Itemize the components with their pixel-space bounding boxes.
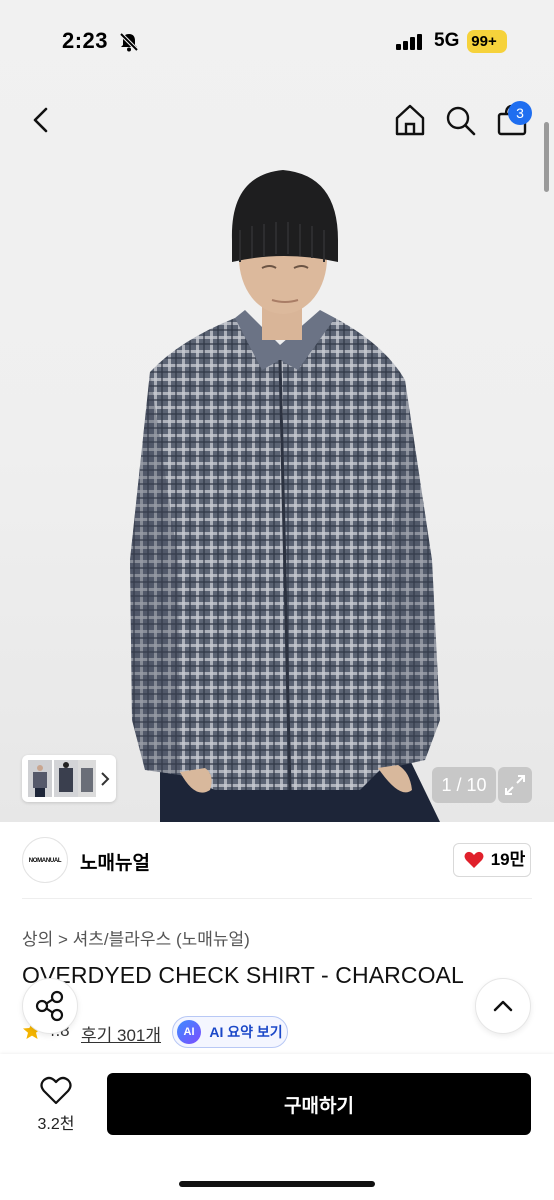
bell-slash-icon (118, 31, 140, 58)
ai-summary-button[interactable]: AI AI 요약 보기 (172, 1016, 288, 1048)
brand-logo[interactable]: NOMANUAL (22, 837, 68, 883)
expand-button[interactable] (498, 767, 532, 803)
expand-icon (505, 775, 525, 795)
chevron-right-icon (101, 772, 110, 786)
product-page: 2:23 5G 99+ 3 1 / 10 NOMANUAL 노매뉴얼 19만 상… (0, 0, 554, 1200)
scroll-indicator (544, 122, 549, 192)
battery-indicator: 99+ (467, 30, 507, 53)
thumbnail-3[interactable] (78, 760, 96, 797)
thumbnail-1[interactable] (28, 760, 52, 797)
share-button[interactable] (22, 978, 78, 1034)
ai-badge-icon: AI (177, 1020, 201, 1044)
chevron-up-icon (493, 1000, 513, 1012)
ai-summary-label: AI 요약 보기 (209, 1024, 283, 1040)
brand-name[interactable]: 노매뉴얼 (80, 848, 150, 875)
heart-icon (464, 851, 484, 868)
signal-icon (396, 34, 426, 55)
product-title: OVERDYED CHECK SHIRT - CHARCOAL (22, 962, 464, 988)
buy-button[interactable]: 구매하기 (107, 1073, 531, 1135)
divider (22, 898, 532, 899)
home-button[interactable] (390, 100, 430, 140)
wishlist-count: 3.2천 (37, 1116, 75, 1133)
heart-icon (40, 1076, 72, 1105)
brand-like-count: 19만 (490, 850, 526, 869)
network-label: 5G (434, 30, 460, 51)
search-icon (446, 106, 476, 136)
reviews-link[interactable]: 후기 301개 (81, 1021, 161, 1046)
back-icon (33, 107, 48, 133)
share-icon (35, 990, 64, 1022)
status-time: 2:23 (62, 28, 109, 53)
search-button[interactable] (440, 100, 480, 140)
breadcrumb[interactable]: 상의 > 셔츠/블라우스 (노매뉴얼) (22, 925, 250, 950)
brand-like-button[interactable]: 19만 (453, 843, 531, 877)
cart-count-badge: 3 (508, 101, 532, 125)
image-counter: 1 / 10 (432, 767, 496, 803)
home-indicator (179, 1181, 375, 1187)
home-icon (395, 104, 425, 136)
thumbnail-2[interactable] (54, 760, 78, 797)
wishlist-button[interactable]: 3.2천 (28, 1074, 84, 1134)
back-button[interactable] (22, 100, 62, 140)
thumbnail-strip[interactable] (22, 755, 116, 802)
status-bar: 2:23 5G 99+ (0, 22, 554, 62)
scroll-top-button[interactable] (475, 978, 531, 1034)
